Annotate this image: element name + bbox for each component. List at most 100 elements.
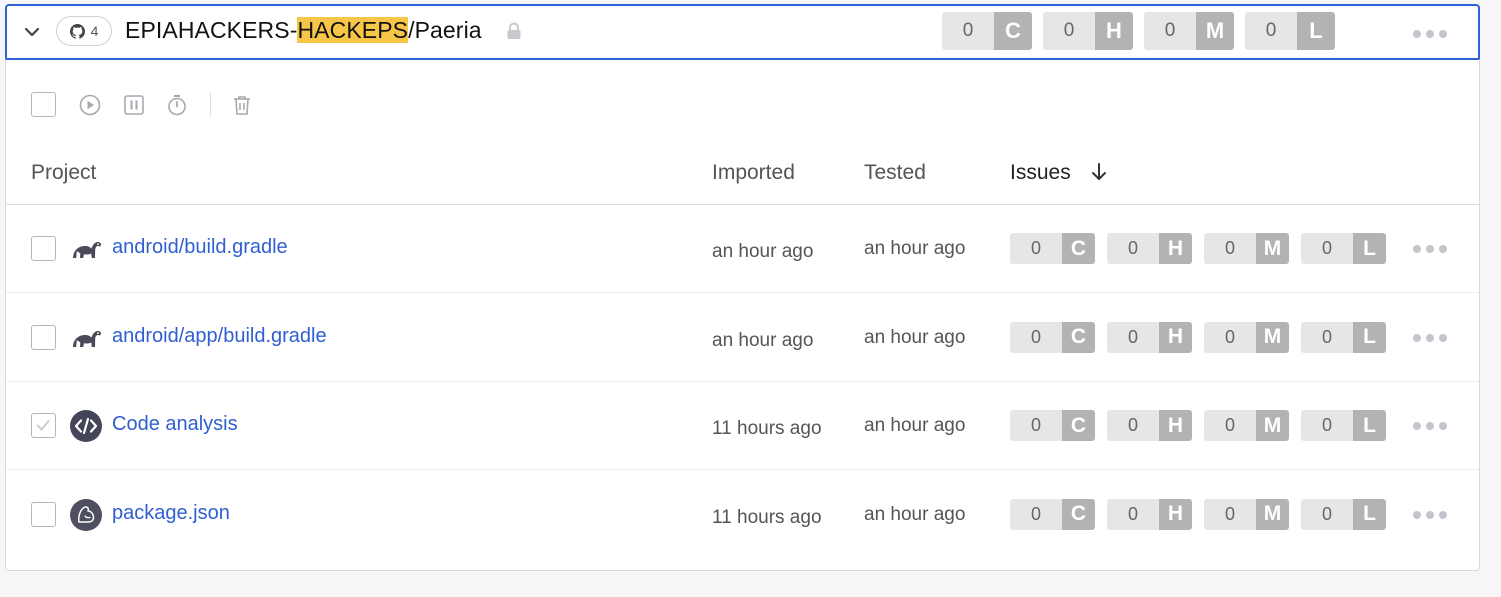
severity-cell[interactable]: 0M [1204,233,1289,264]
severity-cell[interactable]: 0L [1245,12,1335,50]
severity-cell[interactable]: 0H [1043,12,1133,50]
tested-time: an hour ago [864,415,966,436]
severity-count: 0 [1144,12,1196,50]
severity-cell[interactable]: 0H [1107,410,1192,441]
severity-count: 0 [1301,233,1353,264]
gradle-icon [73,330,101,347]
timer-icon[interactable] [166,94,188,116]
severity-count: 0 [1010,233,1062,264]
table-row[interactable]: android/build.gradle an hour ago an hour a… [6,205,1479,293]
severity-cell[interactable]: 0C [942,12,1032,50]
imported-time: an hour ago [712,241,814,262]
severity-letter: H [1159,233,1192,264]
severity-cell[interactable]: 0L [1301,410,1386,441]
column-header-project[interactable]: Project [31,161,96,185]
severity-cell[interactable]: 0H [1107,498,1192,530]
row-checkbox[interactable] [31,501,56,527]
severity-letter: M [1256,410,1289,441]
severity-cell[interactable]: 0C [1010,498,1095,530]
column-header-tested[interactable]: Tested [864,161,926,185]
pause-icon[interactable] [123,94,145,116]
tested-time: an hour ago [864,238,966,259]
severity-letter: M [1196,12,1234,50]
code-icon [70,410,102,442]
severity-cell[interactable]: 0C [1010,410,1095,441]
severity-cell[interactable]: 0C [1010,233,1095,264]
select-all-checkbox[interactable] [31,92,56,117]
row-checkbox[interactable] [31,413,56,438]
title-highlight: HACKEPS [297,17,409,43]
row-more-options-icon[interactable] [1413,333,1447,342]
row-severity-summary: 0C0H0M0L [1010,410,1386,441]
group-more-options-icon[interactable] [1413,30,1447,38]
severity-count: 0 [1204,321,1256,353]
row-severity-summary: 0C0H0M0L [1010,233,1386,264]
row-more-options-icon[interactable] [1413,422,1447,430]
checkmark-icon [36,419,50,431]
lock-icon [507,22,521,39]
severity-letter: C [1062,321,1095,353]
severity-cell[interactable]: 0L [1301,498,1386,530]
project-link[interactable]: android/app/build.gradle [112,325,327,348]
severity-letter: L [1297,12,1335,50]
row-checkbox[interactable] [31,236,56,261]
group-title: EPIAHACKERS-HACKEPS/Paeria [125,17,482,44]
severity-cell[interactable]: 0L [1301,321,1386,353]
chevron-down-icon[interactable] [23,23,41,41]
severity-cell[interactable]: 0H [1107,321,1192,353]
sort-descending-icon[interactable] [1089,162,1109,182]
trash-icon[interactable] [231,94,253,116]
severity-cell[interactable]: 0M [1204,498,1289,530]
table-row[interactable]: Code analysis 11 hours ago an hour ago 0 C 0 H… [6,382,1479,470]
play-icon[interactable] [79,94,101,116]
severity-letter: C [994,12,1032,50]
severity-cell[interactable]: 0M [1204,410,1289,441]
severity-count: 0 [1245,12,1297,50]
severity-count: 0 [1107,498,1159,530]
repo-count: 4 [90,23,99,39]
severity-cell[interactable]: 0L [1301,233,1386,264]
row-checkbox[interactable] [31,324,56,350]
project-group-card: 4 EPIAHACKERS-HACKEPS/Paeria 0C0H0M0L Pr… [5,4,1480,571]
row-more-options-icon[interactable] [1413,510,1447,519]
toolbar-divider [210,92,211,117]
severity-cell[interactable]: 0M [1204,321,1289,353]
title-prefix: EPIAHACKERS- [125,17,298,43]
severity-letter: C [1062,410,1095,441]
severity-count: 0 [1301,498,1353,530]
severity-cell[interactable]: 0M [1144,12,1234,50]
severity-letter: C [1062,233,1095,264]
severity-count: 0 [1010,498,1062,530]
tested-time: an hour ago [864,326,966,348]
severity-count: 0 [1107,233,1159,264]
group-severity-summary: 0C0H0M0L [942,12,1335,50]
tested-time: an hour ago [864,503,966,525]
table-row[interactable]: android/app/build.gradle an hour ago an ho… [6,294,1479,382]
severity-letter: C [1062,498,1095,530]
table-row[interactable]: package.json 11 hours ago an hour ago 0 C 0 H 0… [6,471,1479,559]
project-link[interactable]: package.json [112,502,230,525]
severity-letter: M [1256,321,1289,353]
title-suffix: /Paeria [408,17,482,43]
severity-count: 0 [1010,321,1062,353]
column-header-issues[interactable]: Issues [1010,161,1071,185]
group-header[interactable]: 4 EPIAHACKERS-HACKEPS/Paeria 0C0H0M0L [5,4,1480,60]
imported-time: 11 hours ago [712,418,822,439]
imported-time: 11 hours ago [712,506,822,528]
severity-cell[interactable]: 0H [1107,233,1192,264]
severity-letter: M [1256,233,1289,264]
imported-time: an hour ago [712,329,814,351]
gradle-icon [73,241,101,258]
severity-letter: H [1095,12,1133,50]
project-link[interactable]: android/build.gradle [112,236,288,259]
severity-cell[interactable]: 0C [1010,321,1095,353]
repo-count-badge: 4 [56,16,112,46]
severity-letter: L [1353,321,1386,353]
github-icon [69,23,85,39]
severity-count: 0 [1204,233,1256,264]
column-header-imported[interactable]: Imported [712,161,795,185]
project-link[interactable]: Code analysis [112,413,238,436]
row-more-options-icon[interactable] [1413,245,1447,253]
severity-letter: H [1159,321,1192,353]
severity-count: 0 [1301,410,1353,441]
